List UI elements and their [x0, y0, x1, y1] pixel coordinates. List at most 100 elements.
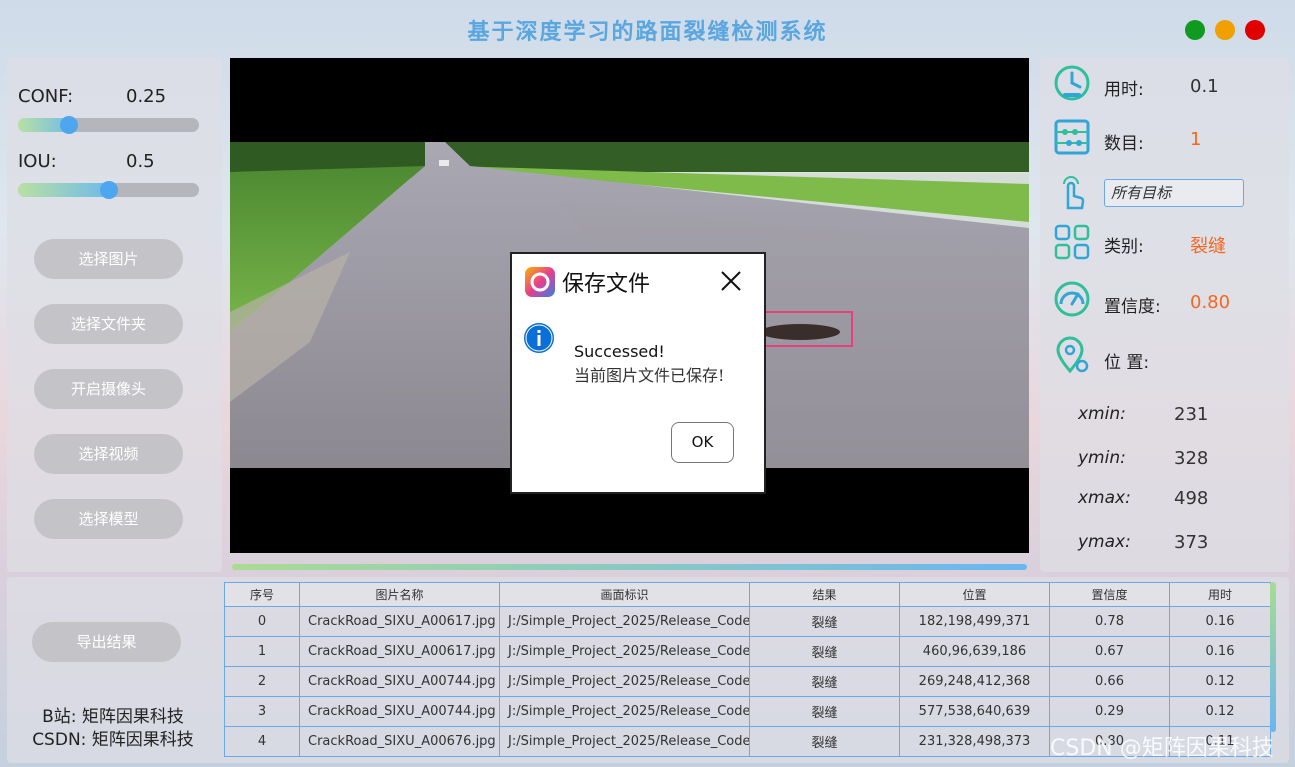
cell-image-name: CrackRoad_SIXU_A00617.jpg	[299, 636, 500, 667]
confidence-label: 置信度:	[1104, 297, 1161, 317]
close-icon[interactable]	[720, 270, 742, 292]
cell-time: 0.12	[1169, 696, 1271, 727]
cell-time: 0.16	[1169, 606, 1271, 637]
open-camera-button[interactable]: 开启摄像头	[34, 369, 183, 409]
table-header-row: 序号 图片名称 画面标识 结果 位置 置信度 用时	[224, 582, 1271, 607]
select-folder-button[interactable]: 选择文件夹	[34, 304, 183, 344]
iou-slider[interactable]	[18, 181, 199, 199]
cell-frame-id: J:/Simple_Project_2025/Release_Code...	[499, 606, 750, 637]
cell-confidence: 0.67	[1049, 636, 1170, 667]
cell-result: 裂缝	[749, 606, 900, 637]
ymax-value: 373	[1174, 532, 1209, 553]
target-select[interactable]: 所有目标	[1104, 179, 1244, 207]
header-frame-id[interactable]: 画面标识	[499, 582, 750, 607]
cell-time: 0.12	[1169, 666, 1271, 697]
app-title: 基于深度学习的路面裂缝检测系统	[467, 19, 828, 45]
watermark: CSDN @矩阵因果科技	[1050, 736, 1274, 761]
conf-label: CONF:	[18, 86, 74, 107]
cell-confidence: 0.78	[1049, 606, 1170, 637]
xmin-label: xmin:	[1078, 404, 1126, 424]
close-button[interactable]	[1245, 20, 1265, 40]
abacus-icon	[1054, 119, 1090, 155]
cell-position: 182,198,499,371	[899, 606, 1050, 637]
video-progress-bar[interactable]	[232, 564, 1027, 570]
cell-frame-id: J:/Simple_Project_2025/Release_Code...	[499, 696, 750, 727]
ymin-value: 328	[1174, 448, 1209, 469]
time-label: 用时:	[1104, 80, 1144, 100]
conf-slider-handle[interactable]	[60, 116, 78, 134]
minimize-button[interactable]	[1215, 20, 1235, 40]
bilibili-credit: B站: 矩阵因果科技	[42, 707, 184, 727]
location-pin-icon	[1056, 336, 1089, 374]
export-results-button[interactable]: 导出结果	[32, 622, 181, 662]
cell-image-name: CrackRoad_SIXU_A00744.jpg	[299, 696, 500, 727]
iou-label: IOU:	[18, 151, 57, 172]
xmin-value: 231	[1174, 404, 1209, 425]
header-image-name[interactable]: 图片名称	[299, 582, 500, 607]
cell-index: 0	[224, 606, 300, 637]
cell-index: 3	[224, 696, 300, 727]
count-value: 1	[1190, 129, 1202, 150]
select-video-button[interactable]: 选择视频	[34, 434, 183, 474]
maximize-button[interactable]	[1185, 20, 1205, 40]
header-confidence[interactable]: 置信度	[1049, 582, 1170, 607]
pointer-hand-icon	[1063, 176, 1085, 210]
conf-value: 0.25	[126, 86, 167, 107]
cell-frame-id: J:/Simple_Project_2025/Release_Code...	[499, 666, 750, 697]
cell-position: 460,96,639,186	[899, 636, 1050, 667]
cell-confidence: 0.66	[1049, 666, 1170, 697]
select-image-button[interactable]: 选择图片	[34, 239, 183, 279]
time-value: 0.1	[1190, 76, 1219, 97]
app-icon	[525, 267, 555, 297]
cell-time: 0.16	[1169, 636, 1271, 667]
class-value: 裂缝	[1190, 236, 1226, 257]
header-result[interactable]: 结果	[749, 582, 900, 607]
confidence-value: 0.80	[1190, 292, 1231, 313]
header-time[interactable]: 用时	[1169, 582, 1271, 607]
cell-image-name: CrackRoad_SIXU_A00617.jpg	[299, 606, 500, 637]
cell-position: 231,328,498,373	[899, 726, 1050, 757]
xmax-value: 498	[1174, 488, 1209, 509]
cell-position: 269,248,412,368	[899, 666, 1050, 697]
cell-position: 577,538,640,639	[899, 696, 1050, 727]
cell-frame-id: J:/Simple_Project_2025/Release_Code...	[499, 726, 750, 757]
ymax-label: ymax:	[1078, 532, 1131, 552]
category-grid-icon	[1054, 224, 1090, 260]
class-label: 类别:	[1104, 237, 1144, 257]
iou-value: 0.5	[126, 151, 155, 172]
cell-result: 裂缝	[749, 726, 900, 757]
cell-result: 裂缝	[749, 636, 900, 667]
save-file-dialog: 保存文件 Successed! 当前图片文件已保存! OK	[510, 252, 766, 494]
csdn-credit: CSDN: 矩阵因果科技	[32, 730, 194, 750]
iou-slider-handle[interactable]	[100, 181, 118, 199]
ok-button[interactable]: OK	[671, 422, 734, 463]
cell-index: 4	[224, 726, 300, 757]
cell-result: 裂缝	[749, 666, 900, 697]
count-label: 数目:	[1104, 134, 1144, 154]
header-index[interactable]: 序号	[224, 582, 300, 607]
cell-frame-id: J:/Simple_Project_2025/Release_Code...	[499, 636, 750, 667]
cell-image-name: CrackRoad_SIXU_A00744.jpg	[299, 666, 500, 697]
cell-index: 2	[224, 666, 300, 697]
xmax-label: xmax:	[1078, 488, 1131, 508]
table-row[interactable]: 3 CrackRoad_SIXU_A00744.jpg J:/Simple_Pr…	[224, 696, 1271, 727]
stopwatch-icon	[1054, 65, 1090, 101]
table-row[interactable]: 1 CrackRoad_SIXU_A00617.jpg J:/Simple_Pr…	[224, 636, 1271, 667]
select-model-button[interactable]: 选择模型	[34, 499, 183, 539]
header-position[interactable]: 位置	[899, 582, 1050, 607]
info-icon	[524, 323, 554, 353]
cell-result: 裂缝	[749, 696, 900, 727]
ymin-label: ymin:	[1078, 448, 1126, 468]
conf-slider[interactable]	[18, 116, 199, 134]
dialog-message-status: Successed!	[574, 342, 665, 361]
cell-index: 1	[224, 636, 300, 667]
table-scrollbar[interactable]	[1270, 582, 1276, 732]
position-label: 位 置:	[1104, 353, 1150, 373]
gauge-icon	[1054, 281, 1090, 317]
cell-image-name: CrackRoad_SIXU_A00676.jpg	[299, 726, 500, 757]
table-row[interactable]: 2 CrackRoad_SIXU_A00744.jpg J:/Simple_Pr…	[224, 666, 1271, 697]
table-row[interactable]: 0 CrackRoad_SIXU_A00617.jpg J:/Simple_Pr…	[224, 606, 1271, 637]
dialog-message-detail: 当前图片文件已保存!	[574, 366, 725, 385]
cell-confidence: 0.29	[1049, 696, 1170, 727]
dialog-title: 保存文件	[562, 272, 651, 297]
